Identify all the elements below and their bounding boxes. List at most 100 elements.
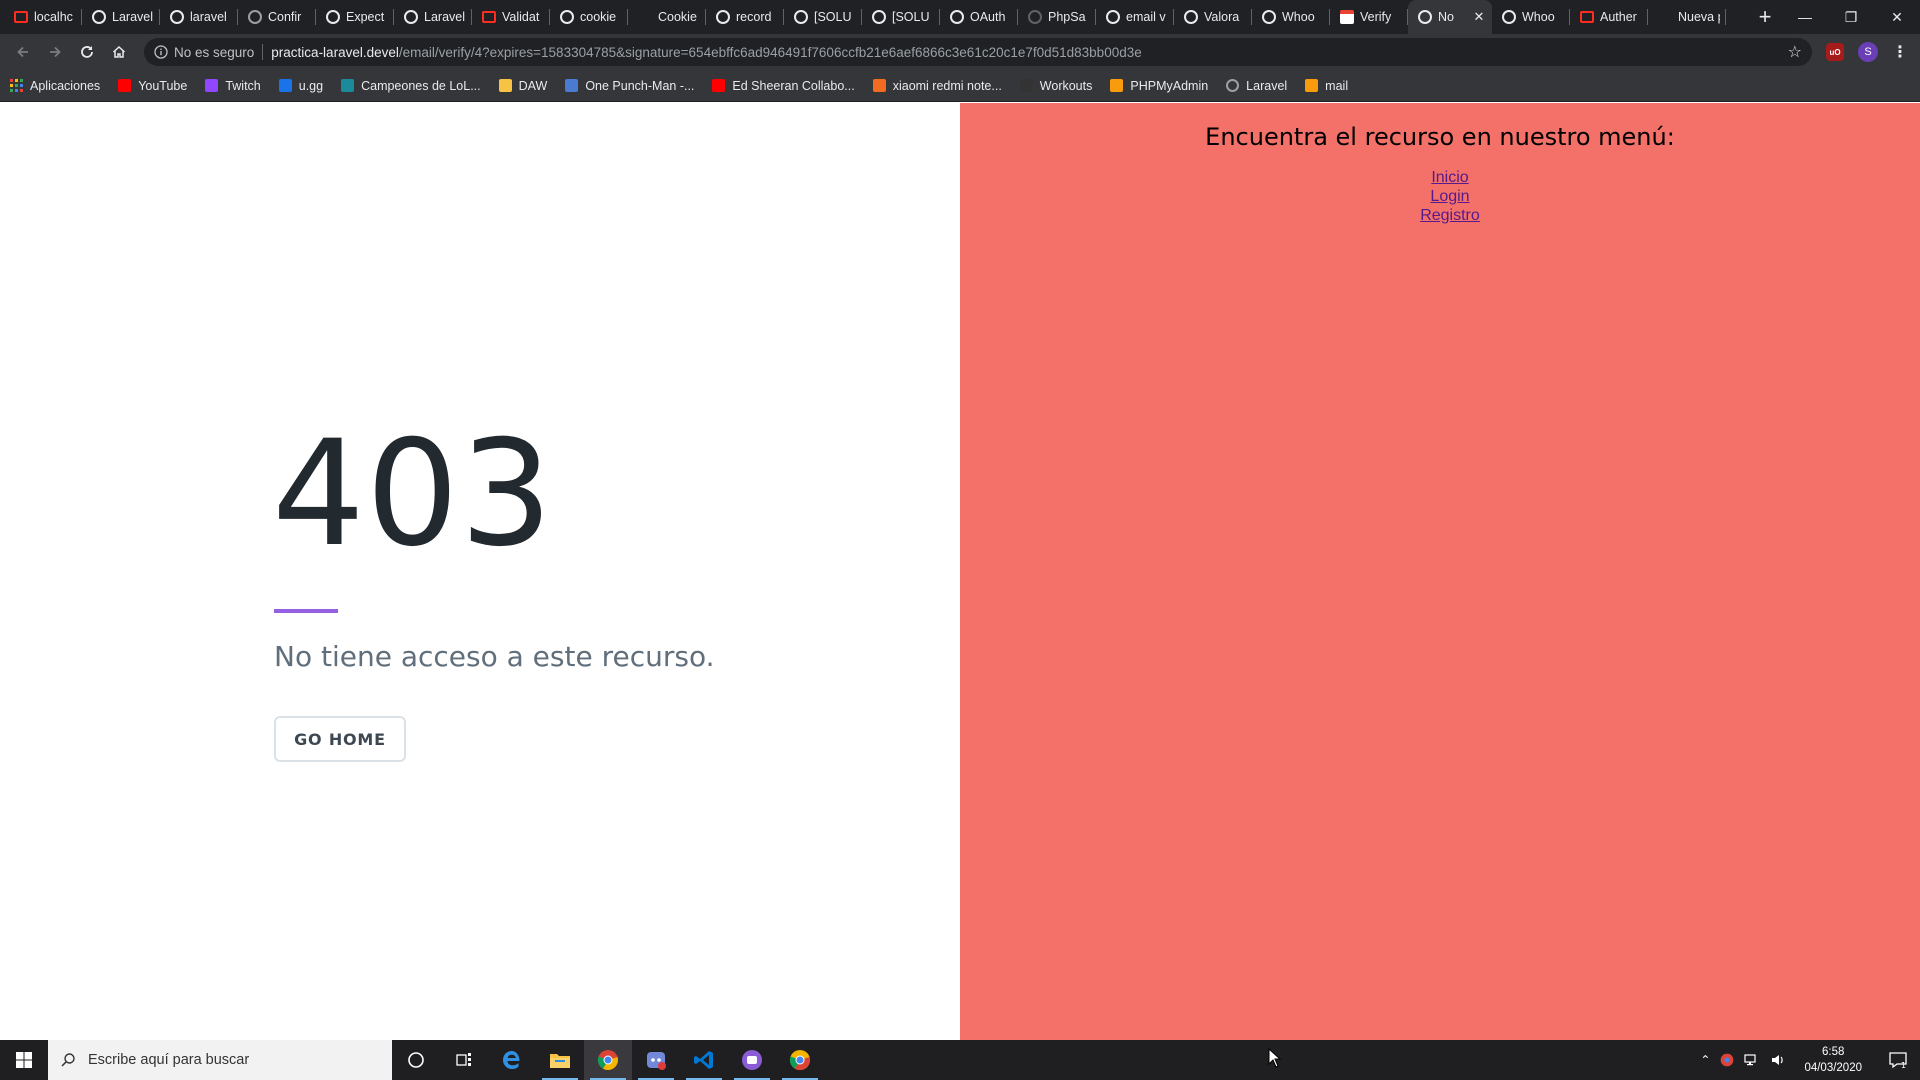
youtube-icon bbox=[712, 79, 726, 92]
tab-label: No bbox=[1438, 10, 1454, 24]
start-button[interactable] bbox=[0, 1040, 48, 1080]
tab[interactable]: Nueva pest bbox=[1648, 0, 1726, 34]
taskbar-discord[interactable] bbox=[632, 1040, 680, 1080]
menu-link-inicio[interactable]: Inicio bbox=[1431, 169, 1468, 187]
tab-label: Confir bbox=[268, 10, 302, 24]
taskbar-app[interactable] bbox=[728, 1040, 776, 1080]
restore-button[interactable]: ❐ bbox=[1828, 0, 1874, 34]
tab-label: Nueva pest bbox=[1678, 10, 1720, 24]
tab[interactable]: Expect bbox=[316, 0, 394, 34]
address-bar[interactable]: No es seguro practica-laravel.devel/emai… bbox=[144, 38, 1812, 66]
browser-menu-icon[interactable]: ⋮ bbox=[1892, 42, 1908, 62]
phpmyadmin-icon bbox=[1110, 79, 1124, 92]
tab[interactable]: [SOLU bbox=[862, 0, 940, 34]
volume-icon[interactable] bbox=[1770, 1053, 1786, 1067]
extensions-area: uO S ⋮ bbox=[1826, 42, 1912, 62]
tab[interactable]: cookie bbox=[550, 0, 628, 34]
cortana-button[interactable] bbox=[392, 1040, 440, 1080]
bookmark-item[interactable]: DAW bbox=[498, 79, 547, 93]
tab[interactable]: OAuth bbox=[940, 0, 1018, 34]
bookmark-label: mail bbox=[1325, 78, 1349, 93]
bookmark-star-icon[interactable]: ☆ bbox=[1788, 42, 1802, 62]
tab[interactable]: email v bbox=[1096, 0, 1174, 34]
minimize-button[interactable]: — bbox=[1782, 0, 1828, 34]
edge-icon bbox=[503, 1051, 520, 1069]
external-icon bbox=[248, 10, 262, 24]
reload-button[interactable] bbox=[72, 37, 102, 67]
tab[interactable]: laravel bbox=[160, 0, 238, 34]
task-view-button[interactable] bbox=[440, 1040, 488, 1080]
taskbar-file-explorer[interactable] bbox=[536, 1040, 584, 1080]
tab[interactable]: [SOLU bbox=[784, 0, 862, 34]
tab[interactable]: record bbox=[706, 0, 784, 34]
tab-label: cookie bbox=[580, 10, 617, 24]
taskbar-edge[interactable] bbox=[488, 1040, 536, 1080]
bookmark-item[interactable]: PHPMyAdmin bbox=[1110, 79, 1208, 93]
bookmark-item[interactable]: Aplicaciones bbox=[10, 79, 100, 93]
action-center-button[interactable]: 1 bbox=[1880, 1051, 1916, 1069]
globe-icon bbox=[1418, 10, 1432, 24]
bookmark-item[interactable]: u.gg bbox=[278, 79, 323, 93]
tab[interactable]: Verify bbox=[1330, 0, 1408, 34]
taskbar-chrome[interactable] bbox=[584, 1040, 632, 1080]
tab[interactable]: Confir bbox=[238, 0, 316, 34]
tab-label: Auther bbox=[1600, 10, 1637, 24]
tab[interactable]: Valora bbox=[1174, 0, 1252, 34]
tab[interactable]: localhc bbox=[4, 0, 82, 34]
go-home-button[interactable]: GO HOME bbox=[274, 716, 406, 762]
forward-button[interactable] bbox=[40, 37, 70, 67]
tab-active[interactable]: No ✕ bbox=[1408, 0, 1492, 34]
bookmarks-bar: Aplicaciones YouTube Twitch u.gg Campeones d… bbox=[0, 70, 1920, 102]
google-icon bbox=[170, 10, 184, 24]
chevron-up-icon[interactable]: ⌃ bbox=[1700, 1053, 1710, 1067]
bookmark-label: Aplicaciones bbox=[30, 78, 101, 93]
site-info-button[interactable]: No es seguro bbox=[154, 45, 254, 60]
tab[interactable]: PhpSa bbox=[1018, 0, 1096, 34]
network-icon[interactable] bbox=[1744, 1053, 1760, 1067]
bookmark-item[interactable]: xiaomi redmi note... bbox=[872, 79, 1002, 93]
close-window-button[interactable]: ✕ bbox=[1874, 0, 1920, 34]
taskbar-chrome-canary[interactable] bbox=[776, 1040, 824, 1080]
task-view-icon bbox=[456, 1053, 471, 1066]
tab[interactable]: Whoo bbox=[1252, 0, 1330, 34]
error-code: 403 bbox=[272, 409, 554, 579]
back-button[interactable] bbox=[8, 37, 38, 67]
google-icon bbox=[560, 10, 574, 24]
globe-icon bbox=[92, 10, 106, 24]
tab-label: record bbox=[736, 10, 772, 24]
taskbar-vscode[interactable] bbox=[680, 1040, 728, 1080]
tab[interactable]: Laravel bbox=[394, 0, 472, 34]
bookmark-item[interactable]: Campeones de LoL... bbox=[341, 79, 481, 93]
tab[interactable]: Whoo bbox=[1492, 0, 1570, 34]
system-clock[interactable]: 6:58 04/03/2020 bbox=[1804, 1044, 1862, 1076]
workouts-icon bbox=[1019, 79, 1033, 92]
tab-close-icon[interactable]: ✕ bbox=[1472, 9, 1486, 25]
ublock-extension-icon[interactable]: uO bbox=[1826, 43, 1844, 61]
notification-icon: 1 bbox=[1889, 1052, 1907, 1069]
globe-icon bbox=[1262, 10, 1276, 24]
bookmark-item[interactable]: One Punch-Man -... bbox=[565, 79, 694, 93]
bookmark-item[interactable]: mail bbox=[1305, 79, 1348, 93]
clock-date: 04/03/2020 bbox=[1804, 1062, 1862, 1074]
menu-link-login[interactable]: Login bbox=[1430, 188, 1469, 206]
home-button[interactable] bbox=[104, 37, 134, 67]
bookmark-item[interactable]: Twitch bbox=[205, 79, 261, 93]
gmail-icon bbox=[1340, 10, 1354, 24]
new-tab-button[interactable]: + bbox=[1748, 0, 1782, 34]
tab[interactable]: Cookie bbox=[628, 0, 706, 34]
bookmark-item[interactable]: Workouts bbox=[1019, 79, 1092, 93]
bookmark-item[interactable]: YouTube bbox=[118, 79, 187, 93]
tab-label: Expect bbox=[346, 10, 385, 24]
menu-link-registro[interactable]: Registro bbox=[1420, 207, 1480, 225]
bookmark-item[interactable]: Ed Sheeran Collabo... bbox=[712, 79, 855, 93]
menu-links: Inicio Login Registro bbox=[960, 169, 1920, 225]
bookmark-item[interactable]: Laravel bbox=[1226, 79, 1287, 93]
chrome-tray-icon[interactable] bbox=[1720, 1053, 1734, 1067]
tab[interactable]: Auther bbox=[1570, 0, 1648, 34]
bookmark-label: YouTube bbox=[138, 78, 188, 93]
taskbar-search-input[interactable]: Escribe aquí para buscar bbox=[48, 1040, 392, 1080]
tab[interactable]: Validat bbox=[472, 0, 550, 34]
profile-avatar[interactable]: S bbox=[1858, 42, 1878, 62]
cortana-icon bbox=[408, 1052, 424, 1068]
tab[interactable]: Laravel bbox=[82, 0, 160, 34]
